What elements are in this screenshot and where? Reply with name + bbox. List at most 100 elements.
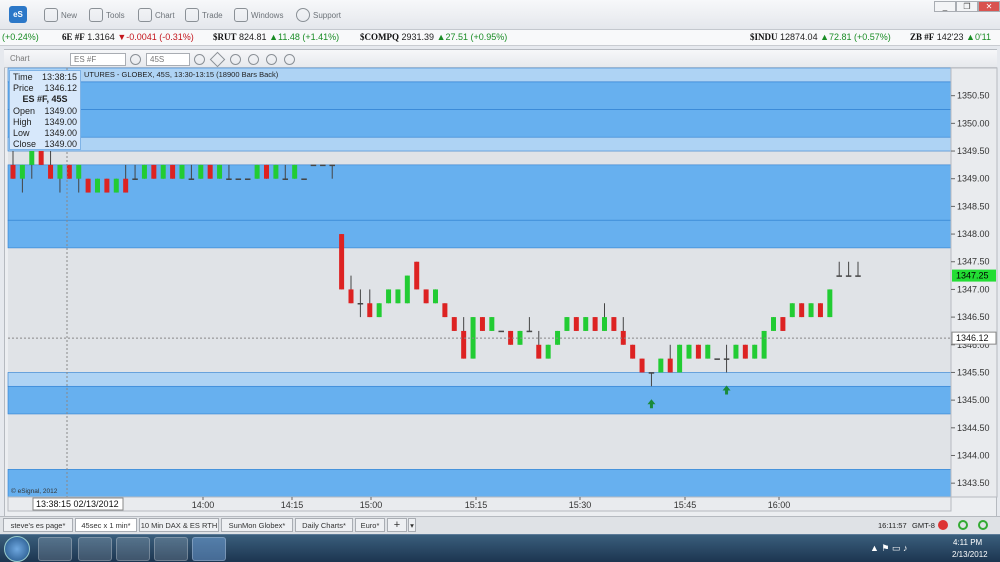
alert-icon[interactable] xyxy=(938,520,948,530)
candle-body xyxy=(761,330,767,359)
candle-body xyxy=(95,178,100,193)
candle-body xyxy=(789,303,795,318)
candle-body xyxy=(19,164,25,179)
chart-copyright: © eSignal, 2012 xyxy=(11,487,58,495)
candle-body xyxy=(639,358,645,373)
candle-body xyxy=(648,372,655,374)
candle-body xyxy=(808,303,814,318)
y-tick-label: 1344.00 xyxy=(957,450,990,460)
candle-body xyxy=(217,164,223,179)
info-high-value: 1349.00 xyxy=(44,117,77,127)
file-explorer-icon[interactable] xyxy=(78,537,112,561)
y-tick-label: 1345.00 xyxy=(957,395,990,405)
candle-body xyxy=(414,261,420,290)
internet-explorer-icon[interactable] xyxy=(38,537,72,561)
candle-body xyxy=(498,330,504,333)
y-tick-label: 1348.00 xyxy=(957,229,990,239)
candle-body xyxy=(339,234,345,290)
y-tick-label: 1350.00 xyxy=(957,118,990,128)
candle-body xyxy=(658,358,664,373)
candle-body xyxy=(451,317,457,331)
info-price-label: Price xyxy=(13,83,34,93)
candle-body xyxy=(282,178,289,180)
candle-body xyxy=(592,317,598,331)
media-player-icon[interactable] xyxy=(116,537,150,561)
candle-body xyxy=(104,178,110,193)
y-tick-label: 1347.50 xyxy=(957,257,990,267)
candle-body xyxy=(667,358,673,373)
esignal-taskbar-icon[interactable] xyxy=(192,537,226,561)
x-tick-label: 15:45 xyxy=(674,500,697,510)
price-zone xyxy=(7,469,952,498)
candle-body xyxy=(404,275,410,304)
candle-body xyxy=(198,164,204,179)
candle-body xyxy=(170,164,176,179)
price-chart[interactable]: 1343.50 1344.00 1344.50 1345.00 1345.50 1346.… xyxy=(0,0,1000,562)
y-tick-label: 1349.50 xyxy=(957,146,990,156)
candle-body xyxy=(723,358,730,360)
candle-body xyxy=(686,344,692,359)
info-low-value: 1349.00 xyxy=(44,128,77,138)
status-clock: 16:11:57 xyxy=(878,521,907,530)
candle-body xyxy=(442,303,448,318)
price-zone xyxy=(7,136,952,152)
tab-page[interactable]: 10 Min DAX & ES RTH xyxy=(139,518,219,532)
candle-body xyxy=(48,164,54,179)
candle-body xyxy=(827,289,833,318)
candle-body xyxy=(845,275,852,277)
taskbar-date: 2/13/2012 xyxy=(952,550,988,559)
candle-body xyxy=(254,164,260,179)
candle-body xyxy=(611,317,617,331)
status-timezone: GMT-8 xyxy=(912,521,935,530)
tab-page[interactable]: Daily Charts* xyxy=(295,518,353,532)
candle-body xyxy=(329,164,335,167)
tray-icons[interactable]: ▲ ⚑ ▭ ♪ xyxy=(870,543,907,554)
taskbar-time: 4:11 PM xyxy=(953,538,983,547)
candle-body xyxy=(160,164,166,179)
candle-body xyxy=(301,178,307,180)
info-open-label: Open xyxy=(13,106,36,116)
info-price-value: 1346.12 xyxy=(44,83,77,93)
price-zone xyxy=(7,81,952,110)
candle-body xyxy=(66,164,72,179)
tab-page-active[interactable]: 45sec x 1 min* xyxy=(75,518,137,532)
candle-body xyxy=(76,164,82,179)
candle-body xyxy=(461,330,467,359)
candle-body xyxy=(132,178,138,180)
x-tick-label: 15:30 xyxy=(569,500,592,510)
network-icon[interactable] xyxy=(154,537,188,561)
power-icon[interactable] xyxy=(978,520,988,530)
tab-page[interactable]: Euro* xyxy=(355,518,385,532)
candle-body xyxy=(677,344,683,373)
crosshair-price-label: 1346.12 xyxy=(956,333,989,343)
candle-body xyxy=(29,151,35,165)
tab-page[interactable]: steve's es page* xyxy=(3,518,73,532)
y-tick-label: 1344.50 xyxy=(957,423,990,433)
price-zone xyxy=(7,372,952,387)
candle-body xyxy=(85,178,91,193)
tab-menu-button[interactable]: ▾ xyxy=(408,518,416,532)
candle-body xyxy=(10,164,16,179)
refresh-icon[interactable] xyxy=(958,520,968,530)
add-tab-button[interactable]: + xyxy=(387,518,407,532)
windows-taskbar: ▲ ⚑ ▭ ♪ 4:11 PM 2/13/2012 xyxy=(0,534,1000,562)
candle-body xyxy=(113,178,119,193)
candle-body xyxy=(526,330,533,333)
y-tick-label: 1347.00 xyxy=(957,284,990,294)
candle-body xyxy=(179,164,185,179)
candle-body xyxy=(630,344,636,359)
candle-body xyxy=(57,164,63,179)
x-tick-label: 15:15 xyxy=(465,500,488,510)
candle-body xyxy=(489,317,495,331)
start-button[interactable] xyxy=(4,536,30,562)
info-high-label: High xyxy=(13,117,32,127)
candle-body xyxy=(188,178,195,180)
candle-body xyxy=(536,344,542,359)
candle-body xyxy=(207,164,213,179)
info-panel: Time 13:38:15 Price 1346.12 ES #F, 45S Ope… xyxy=(9,70,81,150)
tab-page[interactable]: SunMon Globex* xyxy=(221,518,293,532)
candle-body xyxy=(235,178,242,180)
info-time-value: 13:38:15 xyxy=(41,72,77,82)
price-zone xyxy=(7,164,952,221)
candle-body xyxy=(771,317,776,331)
